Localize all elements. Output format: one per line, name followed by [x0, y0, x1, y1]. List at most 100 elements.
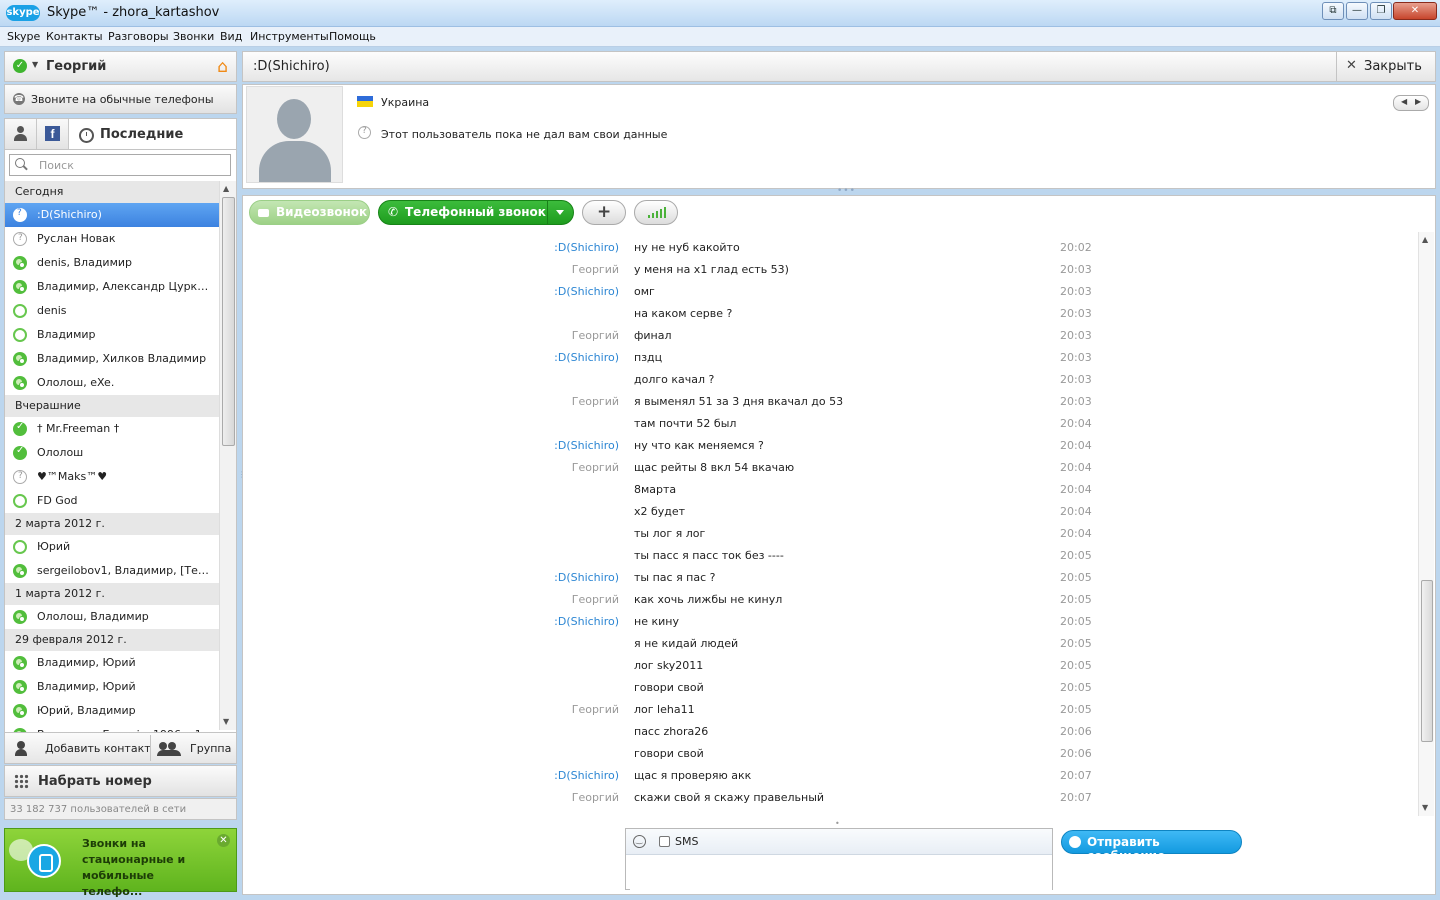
create-group-button[interactable]: Группа [190, 742, 231, 755]
message-row: :D(Shichiro) щас я проверяю акк 20:07 [243, 764, 1419, 786]
list-item[interactable]: Владимир, Александр Цуркин, d... [5, 275, 220, 299]
list-item[interactable]: ♥™Maks™♥ [5, 465, 220, 489]
list-item[interactable]: :D(Shichiro) [5, 203, 220, 227]
message-sender[interactable]: Георгий [572, 263, 619, 276]
message-composer: SMS [625, 828, 1053, 890]
tab-contacts[interactable] [5, 119, 37, 149]
scrollbar-thumb[interactable] [222, 197, 235, 446]
group-icon[interactable] [157, 741, 181, 756]
menu-contacts[interactable]: Контакты [46, 30, 103, 43]
message-row: Георгий у меня на х1 глад есть 53) 20:03 [243, 258, 1419, 280]
close-conversation-button[interactable]: ✕ Закрыть [1336, 52, 1435, 81]
menu-skype[interactable]: Skype [7, 30, 40, 43]
message-sender[interactable]: :D(Shichiro) [554, 439, 619, 452]
message-sender[interactable]: Георгий [572, 461, 619, 474]
chevron-down-icon[interactable] [547, 201, 573, 224]
message-sender[interactable]: Георгий [572, 703, 619, 716]
contact-country: Украина [381, 96, 430, 109]
list-item[interactable]: Владимир, Evgeniya1996, a1.O' ff... [5, 723, 220, 732]
arrow-left-icon[interactable]: ◀ [1401, 97, 1407, 106]
sms-checkbox[interactable] [659, 836, 670, 847]
message-input[interactable] [630, 856, 1052, 890]
message-row: Георгий финал 20:03 [243, 324, 1419, 346]
contact-profile: Украина Этот пользователь пока не дал ва… [242, 84, 1436, 189]
message-sender[interactable]: Георгий [572, 791, 619, 804]
signal-bar [664, 207, 666, 218]
dial-number-button[interactable]: Набрать номер [4, 765, 237, 797]
message-sender[interactable]: Георгий [572, 395, 619, 408]
call-phones-banner[interactable]: ☎ Звоните на обычные телефоны [4, 84, 237, 114]
list-item[interactable]: sergeilobov1, Владимир, [Тех По... [5, 559, 220, 583]
message-sender[interactable]: :D(Shichiro) [554, 615, 619, 628]
menu-conversations[interactable]: Разговоры [108, 30, 169, 43]
send-message-button[interactable]: Отправить сообщение [1061, 830, 1242, 863]
message-text: как хочь лижбы не кинул [634, 593, 783, 606]
menu-view[interactable]: Вид [220, 30, 242, 43]
message-sender[interactable]: Георгий [572, 593, 619, 606]
restore-window-button[interactable]: ⧉ [1322, 2, 1344, 20]
conversation-name: Владимир, Юрий [37, 680, 136, 693]
message-time: 20:05 [1060, 659, 1092, 672]
message-sender[interactable]: Георгий [572, 329, 619, 342]
add-contact-icon[interactable] [15, 741, 29, 756]
call-quality-button[interactable] [634, 200, 678, 225]
chat-scrollbar[interactable]: ▲ ▼ [1418, 232, 1434, 816]
message-row: :D(Shichiro) омг 20:03 [243, 280, 1419, 302]
list-item[interactable]: Ололош, eXe. [5, 371, 220, 395]
arrow-right-icon[interactable]: ▶ [1415, 97, 1421, 106]
message-sender[interactable]: :D(Shichiro) [554, 769, 619, 782]
list-item[interactable]: † Mr.Freeman † [5, 417, 220, 441]
emoticon-icon[interactable] [633, 835, 646, 848]
list-item[interactable]: Ололош [5, 441, 220, 465]
scroll-up-icon[interactable]: ▲ [1422, 235, 1428, 244]
promo-close-icon[interactable]: ✕ [217, 834, 230, 847]
online-status-icon [13, 421, 27, 436]
tab-recent[interactable]: Последние [100, 127, 183, 142]
list-section-header: 2 марта 2012 г. [5, 513, 220, 535]
list-item[interactable]: Юрий [5, 535, 220, 559]
group-status-icon [13, 704, 27, 718]
add-contact-button[interactable]: Добавить контакт [45, 742, 151, 755]
list-item[interactable]: Владимир, Юрий [5, 651, 220, 675]
home-icon[interactable]: ⌂ [217, 57, 228, 77]
menu-calls[interactable]: Звонки [173, 30, 214, 43]
profile-nav-arrows[interactable]: ◀ ▶ [1393, 95, 1429, 111]
avatar[interactable] [246, 86, 343, 183]
scroll-up-icon[interactable]: ▲ [223, 184, 229, 193]
list-item[interactable]: Владимир, Хилков Владимир [5, 347, 220, 371]
menu-tools[interactable]: Инструменты [250, 30, 329, 43]
add-to-conversation-button[interactable]: + [582, 200, 626, 225]
composer-resize-handle[interactable]: • [835, 819, 840, 828]
menu-help[interactable]: Помощь [329, 30, 376, 43]
user-status-bar[interactable]: ✓ ▼ Георгий ⌂ [4, 51, 237, 82]
promo-banner[interactable]: Звонки на стационарные и мобильные телеф… [4, 828, 237, 898]
message-sender[interactable]: :D(Shichiro) [554, 351, 619, 364]
close-window-button[interactable]: ✕ [1393, 2, 1437, 20]
phone-call-button[interactable]: ✆ Телефонный звонок [378, 200, 574, 225]
online-status-icon[interactable]: ✓ [13, 59, 27, 73]
minimize-button[interactable]: — [1346, 2, 1368, 20]
message-sender[interactable]: :D(Shichiro) [554, 285, 619, 298]
offline-status-icon [13, 540, 27, 554]
list-item[interactable]: Владимир [5, 323, 220, 347]
scroll-down-icon[interactable]: ▼ [223, 717, 229, 726]
list-item[interactable]: denis [5, 299, 220, 323]
message-sender[interactable]: :D(Shichiro) [554, 241, 619, 254]
tab-facebook[interactable]: f [37, 119, 69, 149]
message-sender[interactable]: :D(Shichiro) [554, 571, 619, 584]
list-item[interactable]: Владимир, Юрий [5, 675, 220, 699]
recent-list-scrollbar[interactable]: ▲ ▼ [219, 181, 236, 730]
list-item[interactable]: FD God [5, 489, 220, 513]
list-item[interactable]: denis, Владимир [5, 251, 220, 275]
facebook-icon: f [45, 126, 60, 141]
search-input[interactable] [9, 154, 231, 176]
list-item[interactable]: Ололош, Владимир [5, 605, 220, 629]
message-row: :D(Shichiro) не кину 20:05 [243, 610, 1419, 632]
maximize-button[interactable]: ❐ [1370, 2, 1392, 20]
list-item[interactable]: Юрий, Владимир [5, 699, 220, 723]
chevron-down-icon[interactable]: ▼ [32, 60, 38, 69]
scroll-down-icon[interactable]: ▼ [1422, 803, 1428, 812]
scrollbar-thumb[interactable] [1421, 580, 1433, 742]
list-item[interactable]: Руслан Новак [5, 227, 220, 251]
video-call-button[interactable]: Видеозвонок [249, 200, 370, 225]
